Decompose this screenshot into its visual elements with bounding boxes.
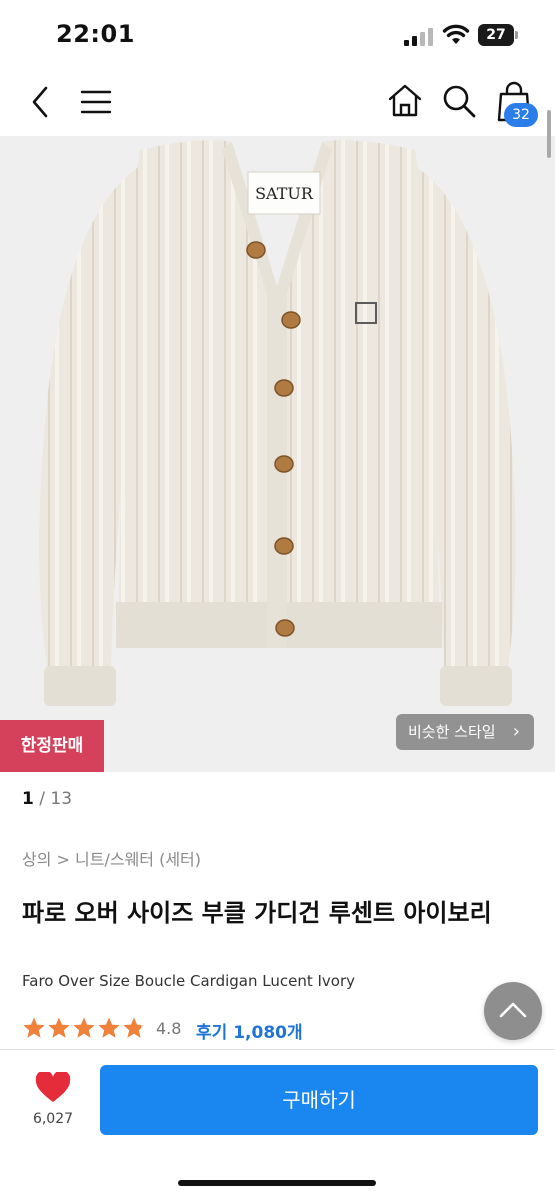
menu-icon[interactable] [78,84,114,120]
home-indicator [178,1180,376,1186]
cart-count-badge: 32 [504,103,538,127]
cellular-signal-icon [404,28,433,46]
similar-style-label: 비슷한 스타일 [408,723,496,741]
rating-value: 4.8 [156,1019,182,1038]
product-title-english: Faro Over Size Boucle Cardigan Lucent Iv… [22,972,356,990]
breadcrumb[interactable]: 상의 > 니트/스웨터 (세터) [22,846,201,870]
search-icon[interactable] [440,82,478,120]
star-icon [123,1017,145,1038]
buy-button[interactable]: 구매하기 [100,1065,538,1135]
battery-icon: 27 [478,24,518,46]
status-bar: 22:01 27 [0,0,555,70]
status-time: 22:01 [56,20,135,48]
product-image[interactable]: SATUR [0,136,555,772]
star-icon [73,1017,95,1038]
star-icon [98,1017,120,1038]
wifi-icon [442,24,470,44]
chevron-right-icon: › [512,721,520,742]
pager-separator: / [33,789,51,809]
like-count: 6,027 [32,1111,74,1127]
pager-total: 13 [50,789,73,809]
back-arrow-icon[interactable] [24,84,58,120]
home-icon[interactable] [386,82,424,120]
scroll-to-top-button[interactable] [484,982,542,1040]
navigation-bar [0,70,555,136]
pager-current: 1 [22,789,34,809]
product-title: 파로 오버 사이즈 부클 가디건 루센트 아이보리 [22,899,492,927]
bottom-bar-divider [0,1049,555,1050]
scroll-indicator[interactable] [547,110,551,158]
star-icon [23,1017,45,1038]
brand-label: SATUR [255,184,314,203]
limited-sale-badge: 한정판매 [0,720,104,772]
rating-stars [22,1016,146,1040]
review-count-link[interactable]: 후기 1,080개 [196,1018,303,1043]
battery-level: 27 [478,24,514,46]
star-icon [48,1017,70,1038]
cardigan-illustration: SATUR [39,140,516,706]
image-pager: 1 / 13 [22,789,72,809]
heart-icon [35,1070,71,1102]
chevron-up-icon [499,1002,527,1018]
similar-style-button[interactable]: 비슷한 스타일 › [396,714,534,750]
rating-row: 4.8 후기 1,080개 [22,1016,422,1044]
